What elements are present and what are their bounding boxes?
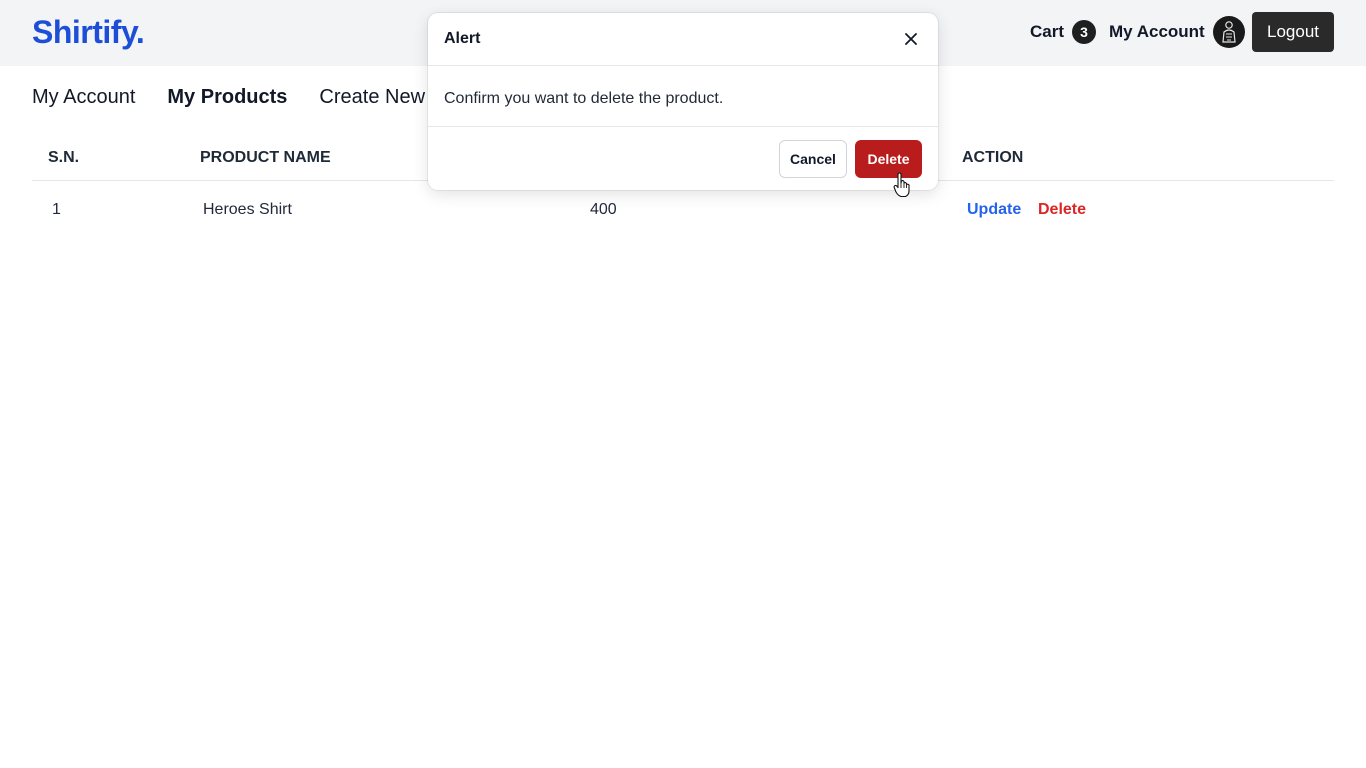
cart-label: Cart: [1030, 22, 1065, 41]
cart-link[interactable]: Cart 3: [1030, 20, 1097, 44]
row-price: 400: [590, 201, 617, 218]
close-icon[interactable]: [902, 30, 920, 48]
account-label: My Account: [1109, 22, 1205, 41]
logout-button[interactable]: Logout: [1252, 12, 1334, 52]
avatar: [1212, 16, 1245, 48]
dialog-body: Confirm you want to delete the product.: [428, 66, 938, 127]
product-subnav: My Account My Products Create New: [32, 86, 425, 109]
cart-count-badge: 3: [1072, 20, 1097, 44]
cancel-button[interactable]: Cancel: [779, 140, 847, 178]
alert-dialog: Alert Confirm you want to delete the pro…: [428, 13, 938, 190]
dialog-message: Confirm you want to delete the product.: [444, 90, 724, 107]
hand-pointer-icon: [893, 172, 910, 198]
header-sn: S.N.: [48, 149, 80, 166]
subnav-create-new[interactable]: Create New: [319, 86, 425, 109]
dialog-title: Alert: [444, 30, 481, 47]
account-menu[interactable]: My Account: [1109, 16, 1245, 48]
header-product-name: PRODUCT NAME: [200, 149, 331, 166]
dialog-footer: Cancel Delete: [428, 127, 938, 190]
row-sn: 1: [52, 201, 61, 218]
delete-link[interactable]: Delete: [1038, 201, 1086, 219]
header-action: ACTION: [962, 149, 1024, 166]
dialog-header: Alert: [428, 13, 938, 66]
avatar-figure-icon: [1222, 21, 1236, 43]
subnav-my-account[interactable]: My Account: [32, 86, 135, 109]
brand-logo[interactable]: Shirtify.: [32, 14, 145, 51]
confirm-delete-button[interactable]: Delete: [855, 140, 922, 178]
subnav-my-products[interactable]: My Products: [167, 86, 287, 109]
row-product-name: Heroes Shirt: [203, 201, 292, 218]
update-link[interactable]: Update: [967, 201, 1021, 219]
